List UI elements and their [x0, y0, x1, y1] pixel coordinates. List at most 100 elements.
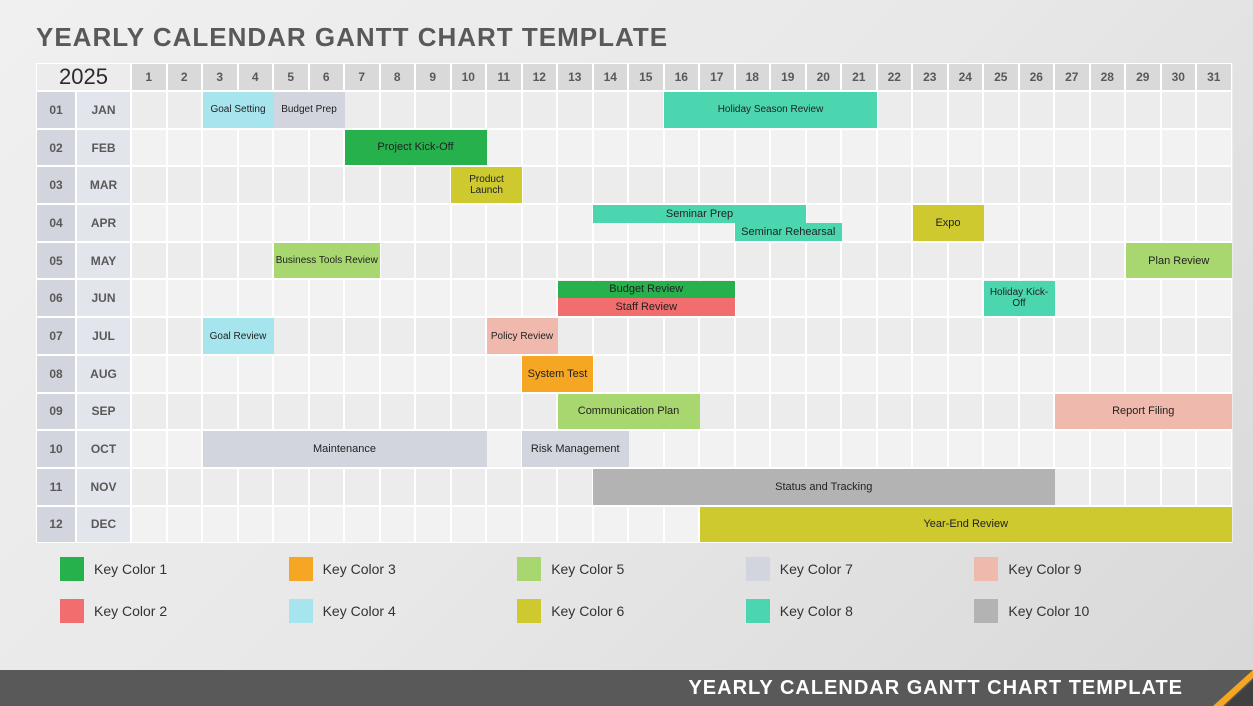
grid-cell	[699, 91, 735, 129]
grid-cell	[557, 506, 593, 544]
day-header: 14	[593, 63, 629, 91]
legend-item: Key Color 5	[517, 557, 736, 581]
grid-cell	[1196, 317, 1232, 355]
grid-cell	[948, 393, 984, 431]
grid-cell	[735, 317, 771, 355]
legend-swatch	[60, 557, 84, 581]
grid-cell	[344, 242, 380, 280]
grid-cell	[1054, 468, 1090, 506]
grid-cell	[309, 317, 345, 355]
grid-cell	[522, 279, 558, 317]
grid-cell	[593, 129, 629, 167]
grid-cell	[1125, 204, 1161, 242]
grid-cell	[557, 355, 593, 393]
month-number: 01	[36, 91, 76, 129]
grid-cell	[167, 166, 203, 204]
grid-cell	[415, 204, 451, 242]
grid-cell	[344, 91, 380, 129]
grid-cell	[841, 506, 877, 544]
day-header: 29	[1125, 63, 1161, 91]
grid-cell	[486, 166, 522, 204]
grid-cell	[1125, 355, 1161, 393]
legend-swatch	[60, 599, 84, 623]
grid-cell	[380, 317, 416, 355]
month-label: OCT	[76, 430, 131, 468]
grid-cell	[806, 204, 842, 242]
grid-cell	[380, 393, 416, 431]
legend-item: Key Color 1	[60, 557, 279, 581]
legend-label: Key Color 2	[94, 603, 167, 619]
legend-label: Key Color 3	[323, 561, 396, 577]
month-number: 09	[36, 393, 76, 431]
grid-cell	[486, 393, 522, 431]
grid-cell	[841, 279, 877, 317]
grid-cell	[699, 506, 735, 544]
grid-cell	[770, 468, 806, 506]
grid-cell	[273, 204, 309, 242]
grid-cell	[415, 129, 451, 167]
grid-cell	[806, 506, 842, 544]
legend-swatch	[746, 599, 770, 623]
grid-cell	[415, 317, 451, 355]
grid-cell	[1196, 506, 1232, 544]
grid-cell	[486, 317, 522, 355]
grid-cell	[522, 204, 558, 242]
month-number: 07	[36, 317, 76, 355]
grid-cell	[1054, 506, 1090, 544]
day-header: 4	[238, 63, 274, 91]
day-header: 23	[912, 63, 948, 91]
grid-cell	[983, 204, 1019, 242]
grid-cell	[202, 279, 238, 317]
legend-label: Key Color 5	[551, 561, 624, 577]
grid-cell	[877, 204, 913, 242]
grid-cell	[593, 355, 629, 393]
grid-cell	[167, 91, 203, 129]
legend-label: Key Color 6	[551, 603, 624, 619]
legend: Key Color 1 Key Color 3 Key Color 5 Key Col…	[60, 557, 1193, 623]
grid-cell	[202, 242, 238, 280]
legend-item: Key Color 10	[974, 599, 1193, 623]
grid-cell	[735, 166, 771, 204]
grid-cell	[131, 430, 167, 468]
grid-cell	[1019, 393, 1055, 431]
legend-label: Key Color 8	[780, 603, 853, 619]
month-number: 12	[36, 506, 76, 544]
legend-swatch	[974, 557, 998, 581]
grid-cell	[380, 204, 416, 242]
grid-cell	[593, 393, 629, 431]
grid-cell	[522, 91, 558, 129]
grid-cell	[167, 317, 203, 355]
grid-cell	[1125, 166, 1161, 204]
grid-cell	[1161, 317, 1197, 355]
grid-cell	[912, 506, 948, 544]
grid-cell	[202, 430, 238, 468]
grid-cell	[593, 166, 629, 204]
grid-cell	[344, 317, 380, 355]
grid-cell	[983, 506, 1019, 544]
grid-cell	[557, 242, 593, 280]
grid-cell	[522, 468, 558, 506]
grid-cell	[983, 166, 1019, 204]
grid-cell	[131, 129, 167, 167]
day-header: 16	[664, 63, 700, 91]
grid-cell	[912, 355, 948, 393]
grid-cell	[877, 506, 913, 544]
grid-cell	[522, 166, 558, 204]
grid-cell	[912, 204, 948, 242]
legend-swatch	[517, 557, 541, 581]
grid-cell	[451, 393, 487, 431]
grid-cell	[877, 242, 913, 280]
grid-cell	[522, 393, 558, 431]
grid-cell	[628, 91, 664, 129]
grid-cell	[948, 430, 984, 468]
grid-cell	[841, 430, 877, 468]
month-label: SEP	[76, 393, 131, 431]
day-header: 19	[770, 63, 806, 91]
grid-cell	[380, 279, 416, 317]
legend-swatch	[746, 557, 770, 581]
grid-cell	[1161, 393, 1197, 431]
legend-item: Key Color 2	[60, 599, 279, 623]
grid-cell	[131, 166, 167, 204]
grid-cell	[1019, 317, 1055, 355]
grid-cell	[806, 317, 842, 355]
